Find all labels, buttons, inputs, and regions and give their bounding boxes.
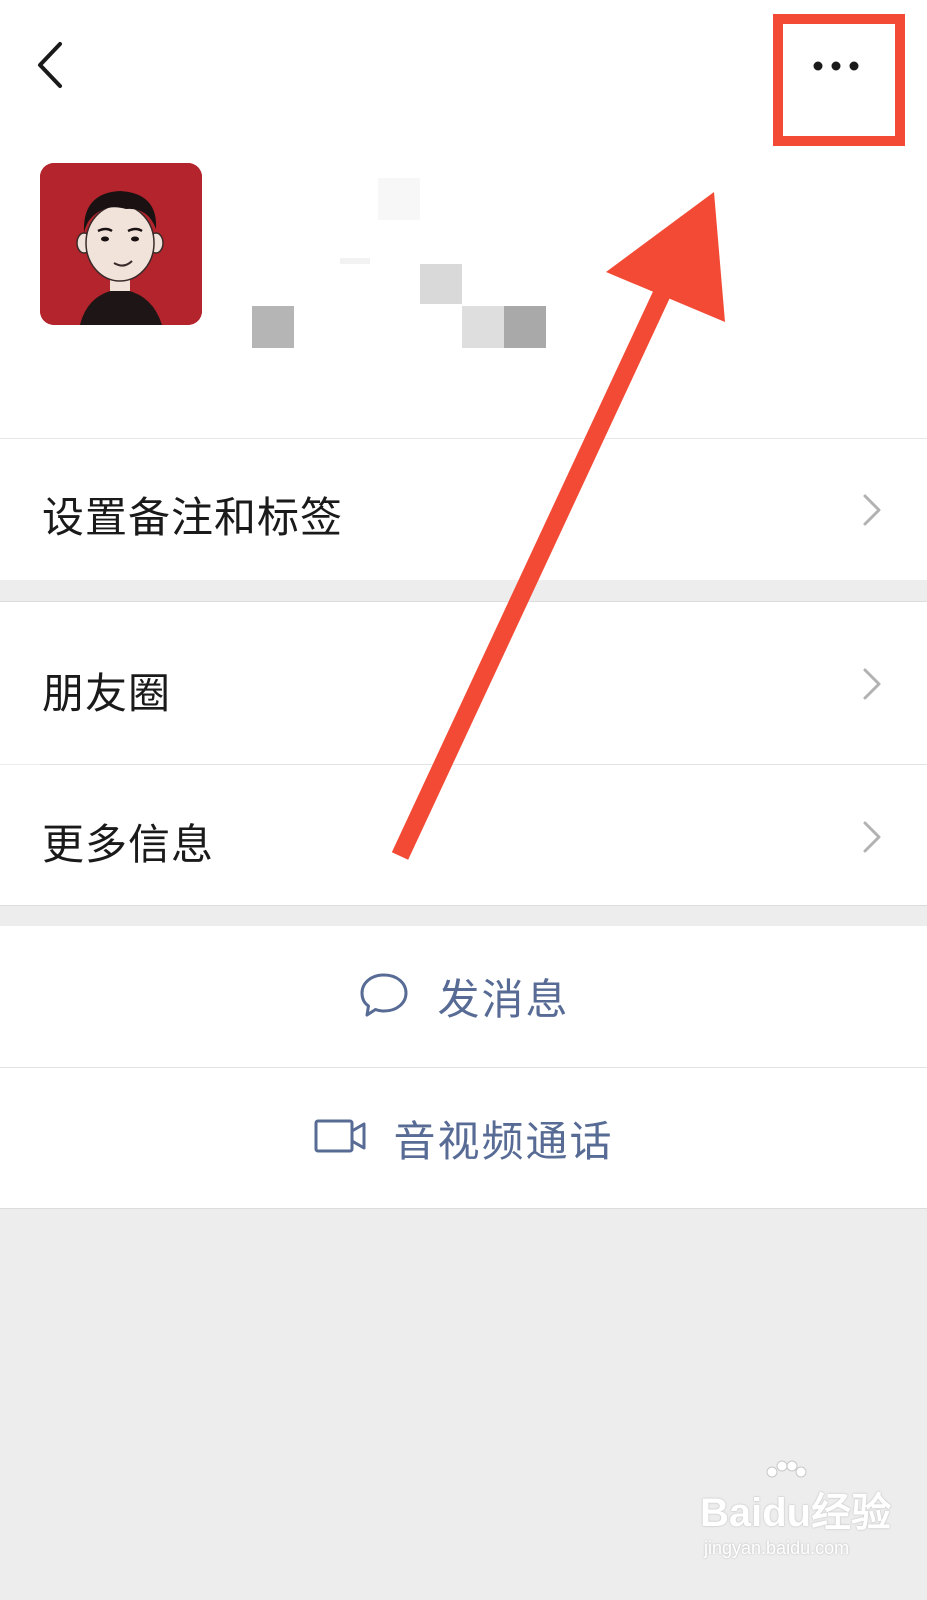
chevron-right-icon <box>863 668 881 700</box>
chevron-right-icon <box>863 821 881 853</box>
video-call-button[interactable]: 音视频通话 <box>0 1068 927 1208</box>
row-label: 更多信息 <box>42 820 215 869</box>
send-message-button[interactable]: 发消息 <box>0 926 927 1067</box>
row-label: 朋友圈 <box>42 669 172 718</box>
divider <box>0 905 927 906</box>
row-label: 设置备注和标签 <box>42 493 344 542</box>
watermark-sub: jingyan.baidu.com <box>704 1538 850 1558</box>
chat-bubble-icon <box>357 970 411 1024</box>
divider <box>0 438 927 439</box>
highlight-box <box>773 14 905 146</box>
chevron-left-icon <box>38 42 62 88</box>
avatar[interactable] <box>40 163 202 325</box>
chevron-right-icon <box>863 494 881 526</box>
send-message-label: 发消息 <box>437 975 570 1024</box>
set-remark-and-tag-row[interactable]: 设置备注和标签 <box>0 440 927 580</box>
watermark-main: Baidu经验 <box>700 1491 892 1535</box>
video-camera-icon <box>313 1116 367 1160</box>
video-call-label: 音视频通话 <box>393 1116 614 1166</box>
back-button[interactable] <box>22 30 82 100</box>
baidu-watermark: Baidu经验 jingyan.baidu.com <box>700 1460 900 1580</box>
moments-row[interactable]: 朋友圈 <box>0 602 927 764</box>
divider <box>0 1208 927 1209</box>
more-info-row[interactable]: 更多信息 <box>0 765 927 905</box>
avatar-illustration <box>40 163 202 325</box>
